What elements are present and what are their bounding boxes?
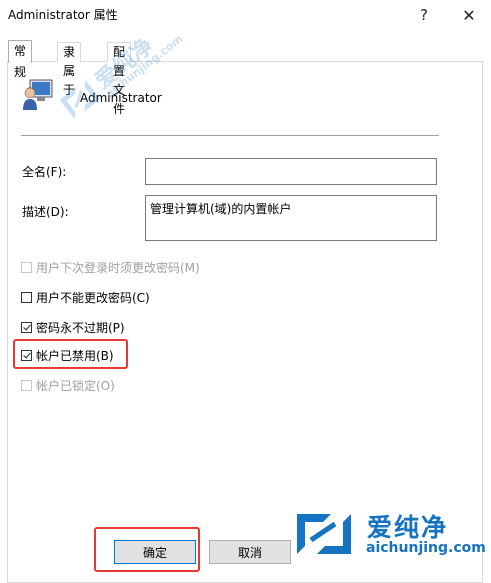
logo-mark-icon xyxy=(297,514,351,554)
account-locked-checkbox[interactable] xyxy=(21,379,32,391)
option-label: 用户不能更改密码(C) xyxy=(36,290,150,305)
option-must-change-password[interactable]: 用户下次登录时须更改密码(M) xyxy=(21,259,200,275)
option-label: 密码永不过期(P) xyxy=(36,320,125,335)
description-label: 描述(D): xyxy=(22,205,69,219)
fullname-label: 全名(F): xyxy=(22,165,67,179)
description-input[interactable]: 管理计算机(域)的内置帐户 xyxy=(145,195,437,241)
user-monitor-icon xyxy=(23,79,53,110)
help-button[interactable]: ? xyxy=(402,0,446,30)
divider xyxy=(21,135,439,136)
tab-profile[interactable]: 配置文件 xyxy=(107,42,132,116)
option-password-never-expires[interactable]: 密码永不过期(P) xyxy=(21,319,125,335)
logo-text-en: aichunjing.com xyxy=(366,540,486,556)
cancel-button[interactable]: 取消 xyxy=(209,540,291,564)
must-change-password-checkbox[interactable] xyxy=(21,261,32,273)
option-cannot-change-password[interactable]: 用户不能更改密码(C) xyxy=(21,289,150,305)
close-button[interactable]: ✕ xyxy=(447,0,491,30)
fullname-input[interactable] xyxy=(145,158,437,185)
tab-general[interactable]: 常规 xyxy=(8,40,33,79)
option-label: 用户下次登录时须更改密码(M) xyxy=(36,260,200,275)
site-logo: 爱纯净 aichunjing.com xyxy=(291,508,491,562)
window-title: Administrator 属性 xyxy=(8,8,118,22)
user-name: Administrator xyxy=(80,91,162,105)
close-icon: ✕ xyxy=(462,5,476,25)
logo-text-cn: 爱纯净 xyxy=(367,513,449,542)
option-account-locked[interactable]: 帐户已锁定(O) xyxy=(21,377,115,393)
account-disabled-highlight xyxy=(13,339,128,369)
ok-button-highlight xyxy=(94,527,200,572)
tab-member-of[interactable]: 隶属于 xyxy=(57,42,82,97)
help-icon: ? xyxy=(420,6,428,24)
password-never-expires-checkbox[interactable] xyxy=(21,321,32,333)
title-bar: Administrator 属性 ? ✕ xyxy=(0,0,491,30)
option-label: 帐户已锁定(O) xyxy=(36,378,115,393)
cannot-change-password-checkbox[interactable] xyxy=(21,291,32,303)
